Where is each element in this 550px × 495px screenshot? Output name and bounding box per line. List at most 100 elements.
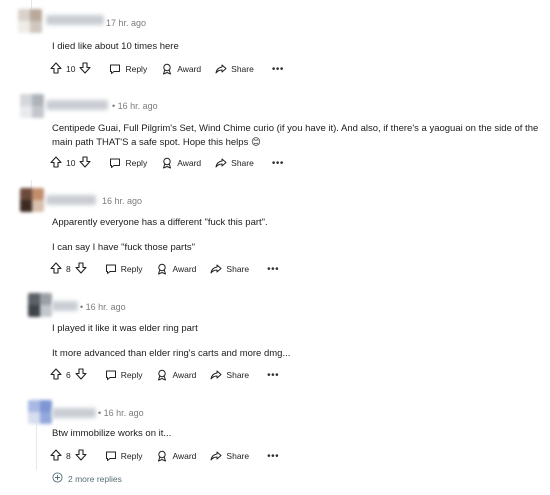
comment-body: I played it like it was elder ring part … bbox=[52, 322, 532, 361]
avatar-pixel bbox=[20, 200, 32, 212]
upvote-icon[interactable] bbox=[50, 449, 62, 463]
award-icon bbox=[161, 157, 173, 169]
avatar-pixel bbox=[20, 94, 32, 106]
more-options-icon[interactable]: ••• bbox=[267, 370, 279, 381]
avatar[interactable] bbox=[18, 9, 42, 33]
username-redacted[interactable] bbox=[46, 195, 96, 205]
comment-body: Btw immobilize works on it... bbox=[52, 427, 532, 441]
reply-label: Reply bbox=[125, 64, 148, 74]
reply-button[interactable]: Reply bbox=[109, 63, 147, 75]
share-icon bbox=[210, 369, 222, 381]
vote-count: 8 bbox=[66, 264, 71, 274]
comment-icon bbox=[109, 157, 121, 169]
avatar[interactable] bbox=[20, 94, 44, 118]
upvote-icon[interactable] bbox=[50, 62, 62, 76]
avatar-pixel bbox=[40, 400, 52, 412]
share-button[interactable]: Share bbox=[215, 63, 254, 75]
username-redacted[interactable] bbox=[46, 100, 108, 110]
award-button[interactable]: Award bbox=[156, 369, 196, 381]
share-label: Share bbox=[231, 158, 254, 168]
thread-line bbox=[36, 420, 37, 470]
comment-icon bbox=[109, 63, 121, 75]
downvote-icon[interactable] bbox=[75, 262, 87, 276]
vote-count: 8 bbox=[66, 451, 71, 461]
comment-body: Apparently everyone has a different "fuc… bbox=[52, 216, 532, 255]
username-redacted[interactable] bbox=[52, 408, 96, 418]
username-redacted[interactable] bbox=[52, 301, 78, 311]
downvote-icon[interactable] bbox=[79, 62, 92, 76]
reply-label: Reply bbox=[120, 264, 143, 274]
timestamp: 17 hr. ago bbox=[106, 18, 147, 28]
comment-paragraph: Btw immobilize works on it... bbox=[52, 428, 172, 439]
avatar-pixel bbox=[20, 106, 32, 118]
comment-paragraph: I can say I have "fuck those parts" bbox=[52, 242, 195, 253]
award-label: Award bbox=[172, 370, 197, 380]
award-button[interactable]: Award bbox=[161, 157, 201, 169]
share-label: Share bbox=[231, 64, 254, 74]
more-options-icon[interactable]: ••• bbox=[267, 264, 279, 275]
award-label: Award bbox=[177, 64, 202, 74]
more-options-icon[interactable]: ••• bbox=[272, 64, 284, 75]
comment-actions: 10 Reply Award Share ••• bbox=[50, 155, 284, 171]
comment-actions: 10 Reply Award Share ••• bbox=[50, 61, 284, 77]
comment-paragraph: I died like about 10 times here bbox=[52, 41, 179, 52]
vote-count: 10 bbox=[66, 64, 76, 74]
comment-paragraph: It more advanced than elder ring's carts… bbox=[52, 348, 291, 359]
avatar-pixel bbox=[32, 200, 44, 212]
vote-control: 8 bbox=[50, 262, 87, 276]
share-label: Share bbox=[226, 451, 250, 461]
award-button[interactable]: Award bbox=[161, 63, 201, 75]
reply-button[interactable]: Reply bbox=[105, 263, 143, 275]
timestamp: 16 hr. ago bbox=[102, 196, 143, 206]
avatar[interactable] bbox=[28, 293, 52, 317]
comment-actions: 8 Reply Award Share ••• bbox=[50, 261, 279, 277]
reply-button[interactable]: Reply bbox=[105, 450, 143, 462]
upvote-icon[interactable] bbox=[50, 262, 62, 276]
share-label: Share bbox=[226, 264, 250, 274]
vote-control: 10 bbox=[50, 156, 92, 170]
username-redacted[interactable] bbox=[46, 15, 104, 25]
timestamp: • 16 hr. ago bbox=[98, 408, 144, 418]
downvote-icon[interactable] bbox=[75, 368, 87, 382]
comment-icon bbox=[105, 263, 117, 275]
more-replies-label: 2 more replies bbox=[68, 473, 122, 484]
share-label: Share bbox=[226, 370, 250, 380]
reply-button[interactable]: Reply bbox=[105, 369, 142, 381]
timestamp: • 16 hr. ago bbox=[80, 302, 126, 312]
award-button[interactable]: Award bbox=[156, 263, 196, 275]
avatar-pixel bbox=[18, 9, 30, 21]
avatar-pixel bbox=[28, 400, 40, 412]
share-button[interactable]: Share bbox=[210, 369, 249, 381]
share-icon bbox=[210, 263, 222, 275]
award-button[interactable]: Award bbox=[156, 450, 196, 462]
share-button[interactable]: Share bbox=[210, 263, 249, 275]
comment-body: Centipede Guai, Full Pilgrim's Set, Wind… bbox=[52, 122, 542, 150]
timestamp-text: 16 hr. ago bbox=[103, 408, 144, 418]
avatar[interactable] bbox=[20, 188, 44, 212]
more-replies-button[interactable]: 2 more replies bbox=[52, 472, 122, 485]
avatar-pixel bbox=[32, 106, 44, 118]
avatar[interactable] bbox=[28, 400, 52, 424]
downvote-icon[interactable] bbox=[75, 449, 87, 463]
upvote-icon[interactable] bbox=[50, 156, 62, 170]
share-icon bbox=[210, 450, 222, 462]
vote-count: 10 bbox=[66, 158, 76, 168]
avatar-pixel bbox=[30, 9, 42, 21]
share-button[interactable]: Share bbox=[215, 157, 254, 169]
avatar-pixel bbox=[20, 188, 32, 200]
reply-button[interactable]: Reply bbox=[109, 157, 147, 169]
more-options-icon[interactable]: ••• bbox=[267, 451, 279, 462]
reply-label: Reply bbox=[120, 451, 143, 461]
downvote-icon[interactable] bbox=[79, 156, 92, 170]
award-icon bbox=[156, 450, 168, 462]
timestamp: • 16 hr. ago bbox=[112, 101, 158, 111]
upvote-icon[interactable] bbox=[50, 368, 62, 382]
avatar-pixel bbox=[18, 21, 30, 33]
share-button[interactable]: Share bbox=[210, 450, 249, 462]
plus-circle-icon bbox=[52, 472, 63, 485]
more-options-icon[interactable]: ••• bbox=[272, 158, 284, 169]
comment-paragraph: Centipede Guai, Full Pilgrim's Set, Wind… bbox=[52, 123, 539, 148]
avatar-pixel bbox=[28, 293, 40, 305]
comment-actions: 6 Reply Award Share ••• bbox=[50, 367, 279, 383]
award-label: Award bbox=[177, 158, 202, 168]
